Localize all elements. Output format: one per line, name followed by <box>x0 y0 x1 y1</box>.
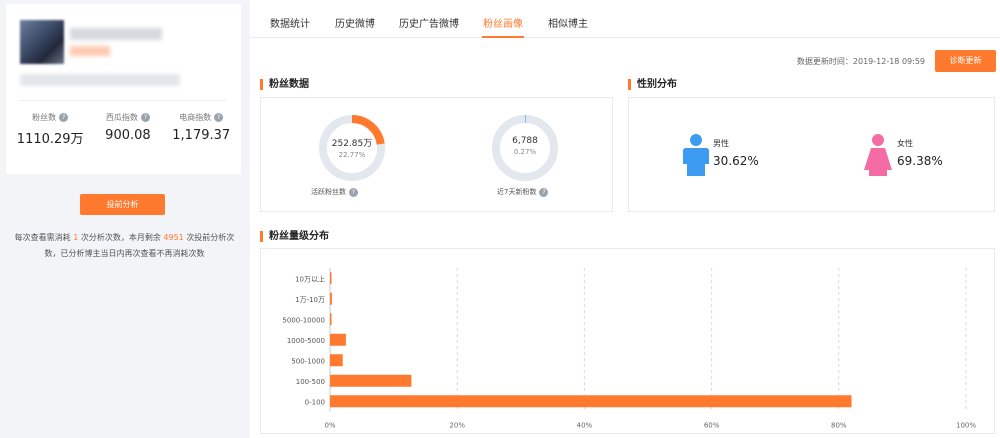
donut-active-center: 252.85万 22.77% <box>322 136 382 159</box>
avatar <box>20 20 64 64</box>
diagnose-update-button[interactable]: 诊断更新 <box>935 50 996 72</box>
divider <box>20 100 227 101</box>
male-label: 男性 <box>713 139 729 148</box>
stat-label: 粉丝数 <box>32 113 57 122</box>
y-tick-label: 10万以上 <box>295 274 325 283</box>
stats-row: 粉丝数? 1110.29万 西瓜指数? 900.08 电商指数? 1,179.3… <box>6 112 241 147</box>
stat-xigua-index: 西瓜指数? 900.08 <box>105 112 151 147</box>
active-fans-percent: 22.77% <box>338 151 366 159</box>
stat-value: 900.08 <box>105 128 151 143</box>
bar <box>330 354 343 367</box>
y-tick-label: 1000-5000 <box>287 337 325 345</box>
bar <box>330 272 332 285</box>
stat-value: 1110.29万 <box>16 132 84 147</box>
female-icon <box>864 134 892 176</box>
y-tick-label: 0-100 <box>305 398 325 406</box>
y-tick-label: 1万-10万 <box>295 296 325 304</box>
help-icon[interactable]: ? <box>214 113 224 122</box>
donut-new-center: 6,788 0.27% <box>495 136 555 156</box>
tab-similar-bloggers[interactable]: 相似博主 <box>548 15 588 30</box>
pre-analysis-button[interactable]: 投前分析 <box>80 194 165 215</box>
y-tick-label: 500-1000 <box>291 357 325 365</box>
fans-data-card: 252.85万 22.77% 6,788 0.27% 活跃粉丝数? 近7天新粉数… <box>260 97 613 212</box>
fan-level-bar-chart: 0% 20% 40% 60% 80% 100% 10万以上 1万-10万 5000-10000 1… <box>282 268 976 430</box>
bar <box>330 374 412 387</box>
active-fans-value: 252.85万 <box>331 139 373 149</box>
new-fans-value: 6,788 <box>512 136 538 146</box>
section-title-gender: 性别分布 <box>628 79 677 90</box>
x-tick-label: 40% <box>577 422 593 430</box>
stat-fans: 粉丝数? 1110.29万 <box>17 112 84 147</box>
y-tick-label: 5000-10000 <box>282 316 325 324</box>
new-fans-label: 近7天新粉数 <box>497 188 537 196</box>
blurred-name <box>70 28 162 40</box>
tab-fan-profile[interactable]: 粉丝画像 <box>483 15 523 30</box>
y-tick-label: 100-500 <box>296 378 325 386</box>
usage-notice: 每次查看需消耗 1 次分析次数，本月剩余 4951 次投前分析次数，已分析博主当… <box>12 230 237 262</box>
tab-history-ad-weibo[interactable]: 历史广告微博 <box>399 15 459 30</box>
section-title-fans-data: 粉丝数据 <box>260 79 309 90</box>
main-panel: 数据统计 历史微博 历史广告微博 粉丝画像 相似博主 数据更新时间：2019-1… <box>250 0 1000 438</box>
tab-history-weibo[interactable]: 历史微博 <box>335 15 375 30</box>
x-tick-label: 0% <box>324 422 335 430</box>
help-icon[interactable]: ? <box>349 187 358 197</box>
notice-text: 每次查看需消耗 <box>14 233 71 242</box>
x-tick-label: 20% <box>449 422 465 430</box>
tab-bar: 数据统计 历史微博 历史广告微博 粉丝画像 相似博主 <box>250 0 1000 38</box>
stat-value: 1,179.37 <box>172 128 231 143</box>
tab-data-stats[interactable]: 数据统计 <box>270 15 310 30</box>
female-label: 女性 <box>897 139 913 148</box>
blurred-tag <box>70 46 110 56</box>
male-percent: 30.62% <box>713 154 759 168</box>
bar <box>330 292 332 305</box>
active-fans-label: 活跃粉丝数 <box>311 188 346 196</box>
male-icon <box>683 134 709 176</box>
help-icon[interactable]: ? <box>140 113 150 122</box>
help-icon[interactable]: ? <box>539 187 549 197</box>
x-tick-label: 80% <box>831 422 847 430</box>
section-title-fan-level: 粉丝量级分布 <box>260 231 329 242</box>
left-panel: 粉丝数? 1110.29万 西瓜指数? 900.08 电商指数? 1,179.3… <box>0 0 250 438</box>
stat-label: 电商指数 <box>179 113 212 122</box>
blurred-description <box>20 74 180 86</box>
new-fans-percent: 0.27% <box>513 148 537 156</box>
x-tick-label: 60% <box>704 422 720 430</box>
stat-label: 西瓜指数 <box>105 113 138 122</box>
active-tab-indicator <box>482 36 524 38</box>
new-fans-caption: 近7天新粉数? <box>497 187 549 197</box>
gender-card: 男性 30.62% 女性 69.38% <box>628 97 995 212</box>
notice-remaining: 4951 <box>163 233 184 242</box>
notice-cost: 1 <box>73 233 79 242</box>
profile-card: 粉丝数? 1110.29万 西瓜指数? 900.08 电商指数? 1,179.3… <box>6 4 241 174</box>
stat-ecommerce-index: 电商指数? 1,179.37 <box>172 112 230 147</box>
x-tick-label: 100% <box>956 422 976 430</box>
update-time: 数据更新时间：2019-12-18 09:59 <box>796 57 925 66</box>
active-fans-caption: 活跃粉丝数? <box>311 187 358 197</box>
female-percent: 69.38% <box>897 154 943 168</box>
bar <box>330 395 852 408</box>
bar <box>330 313 332 326</box>
help-icon[interactable]: ? <box>59 113 69 122</box>
bar <box>330 333 346 346</box>
notice-text: 次分析次数，本月剩余 <box>80 233 161 242</box>
